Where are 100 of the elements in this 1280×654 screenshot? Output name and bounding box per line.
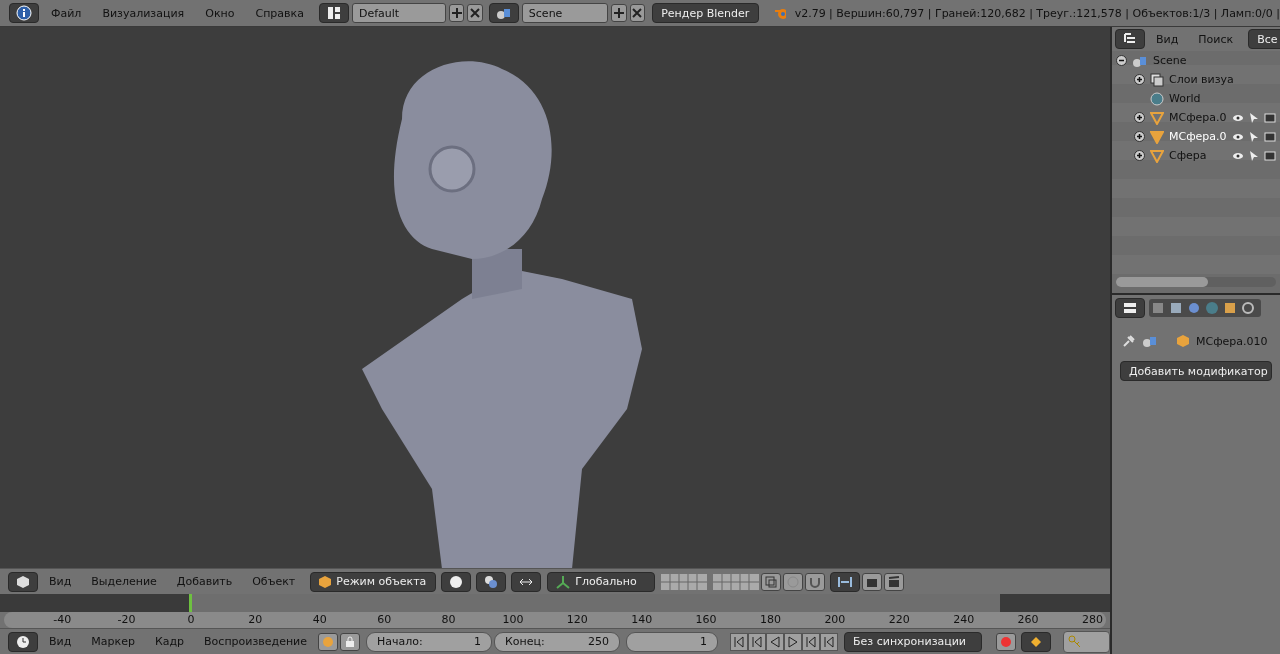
layout-button[interactable]: [318, 3, 349, 23]
orientation-dropdown[interactable]: Глобально: [547, 571, 656, 592]
cube-icon: [16, 574, 30, 589]
info-icon: [16, 5, 32, 21]
collapse-icon[interactable]: [1116, 55, 1127, 66]
menu-item[interactable]: Вид: [40, 575, 81, 588]
properties-icon: [1123, 302, 1137, 314]
lock-button[interactable]: [340, 632, 361, 651]
expand-icon[interactable]: [1134, 150, 1145, 161]
menu-item[interactable]: Выделение: [82, 575, 166, 588]
menu-item[interactable]: Файл: [42, 6, 91, 20]
scrollbar[interactable]: [1116, 277, 1276, 287]
info-editor-button[interactable]: [9, 3, 39, 23]
menu-item[interactable]: Маркер: [82, 635, 144, 648]
menu-item[interactable]: Вид: [1147, 32, 1188, 46]
eye-icon[interactable]: [1232, 112, 1244, 123]
add-modifier-dropdown[interactable]: Добавить модификатор: [1120, 361, 1272, 381]
playback-button[interactable]: [802, 632, 821, 651]
start-frame-field[interactable]: Начало: 1: [366, 631, 493, 652]
editor-type-button[interactable]: [1115, 29, 1145, 49]
display-mode-dropdown[interactable]: Все: [1248, 29, 1280, 49]
mode-dropdown[interactable]: Режим объекта: [310, 571, 437, 592]
cursor-icon[interactable]: [1249, 130, 1259, 143]
keying-set-field[interactable]: [1063, 630, 1110, 653]
frame-number: 80: [440, 612, 457, 628]
menu-item[interactable]: Кадр: [145, 635, 194, 648]
layout-field[interactable]: Default: [351, 3, 446, 23]
menu-item[interactable]: Добавить: [167, 575, 242, 588]
current-frame-field[interactable]: 1: [626, 631, 719, 652]
outliner-item[interactable]: World: [1112, 89, 1280, 108]
menu-item[interactable]: Визуализация: [93, 6, 194, 20]
preview-range-button[interactable]: [318, 632, 339, 651]
axes-icon: [556, 574, 571, 589]
keyframe-type-button[interactable]: [1021, 631, 1052, 652]
camera-icon[interactable]: [1264, 131, 1276, 142]
add-button[interactable]: [448, 4, 465, 22]
outliner-item[interactable]: Сфера: [1112, 146, 1280, 165]
menu-item[interactable]: Окно: [196, 6, 244, 20]
scene-button[interactable]: [488, 3, 519, 23]
expand-icon[interactable]: [1134, 74, 1145, 85]
sync-dropdown[interactable]: Без синхронизации: [844, 631, 983, 652]
playback-button[interactable]: [730, 632, 749, 651]
snap-increment-icon: [838, 575, 853, 588]
playback-button[interactable]: [820, 632, 839, 651]
expand-icon[interactable]: [1134, 131, 1145, 142]
camera-icon[interactable]: [1264, 150, 1276, 161]
current-frame-marker[interactable]: [189, 594, 192, 612]
end-frame-field[interactable]: Конец: 250: [494, 631, 621, 652]
layer-lock-button[interactable]: [761, 572, 782, 591]
add-button[interactable]: [611, 4, 627, 22]
outliner-item[interactable]: МСфера.0: [1112, 127, 1280, 146]
key-icon: [1068, 634, 1083, 649]
outliner-item[interactable]: Слои визуа: [1112, 70, 1280, 89]
scene-icon: [1142, 334, 1158, 348]
playback-button[interactable]: [766, 632, 785, 651]
snap-button[interactable]: [805, 572, 826, 591]
cursor-icon[interactable]: [1249, 111, 1259, 124]
layers-icon: [765, 575, 778, 588]
triangle-icon: [1150, 129, 1164, 144]
record-button[interactable]: [996, 632, 1017, 651]
close-button[interactable]: [467, 4, 483, 22]
clapperboard-icon: [888, 575, 901, 588]
expand-icon[interactable]: [1134, 112, 1145, 123]
camera-icon[interactable]: [1264, 112, 1276, 123]
eye-icon[interactable]: [1232, 150, 1244, 161]
opengl-render-button[interactable]: [862, 572, 883, 591]
frame-number: 200: [823, 612, 847, 628]
close-icon: [469, 7, 482, 19]
pivot-button[interactable]: [476, 571, 507, 592]
plus-icon: [612, 7, 625, 19]
playback-button[interactable]: [748, 632, 767, 651]
animation-render-button[interactable]: [884, 572, 905, 591]
menu-item[interactable]: Вид: [40, 635, 81, 648]
cursor-icon[interactable]: [1249, 149, 1259, 162]
editor-type-button[interactable]: [1115, 298, 1145, 318]
menu-item[interactable]: Объект: [243, 575, 305, 588]
object-name: МСфера.010: [1196, 334, 1268, 348]
render-engine-dropdown[interactable]: Рендер Blender: [652, 3, 759, 23]
playback-icon: [751, 635, 764, 648]
menu-item[interactable]: Воспроизведение: [195, 635, 317, 648]
triangle-icon: [1150, 148, 1164, 163]
scene-field[interactable]: Scene: [521, 3, 609, 23]
lock-icon: [344, 635, 357, 648]
record-icon: [1000, 635, 1013, 648]
menu-item[interactable]: Поиск: [1189, 32, 1243, 46]
menu-item[interactable]: Справка: [246, 6, 313, 20]
close-icon: [631, 7, 644, 19]
editor-type-button[interactable]: [8, 571, 38, 592]
close-button[interactable]: [629, 4, 646, 22]
shading-button[interactable]: [441, 571, 472, 592]
editor-type-button[interactable]: [8, 631, 38, 652]
properties-tabs-drawing[interactable]: [1149, 299, 1261, 317]
outliner-item[interactable]: МСфера.0: [1112, 108, 1280, 127]
manipulator-button[interactable]: [511, 571, 542, 592]
playback-button[interactable]: [784, 632, 803, 651]
snap-element-button[interactable]: [830, 571, 861, 592]
frame-number: 180: [759, 612, 782, 628]
eye-icon[interactable]: [1232, 131, 1244, 142]
outliner-item[interactable]: Scene: [1112, 51, 1280, 70]
proportional-edit-button[interactable]: [783, 572, 804, 591]
